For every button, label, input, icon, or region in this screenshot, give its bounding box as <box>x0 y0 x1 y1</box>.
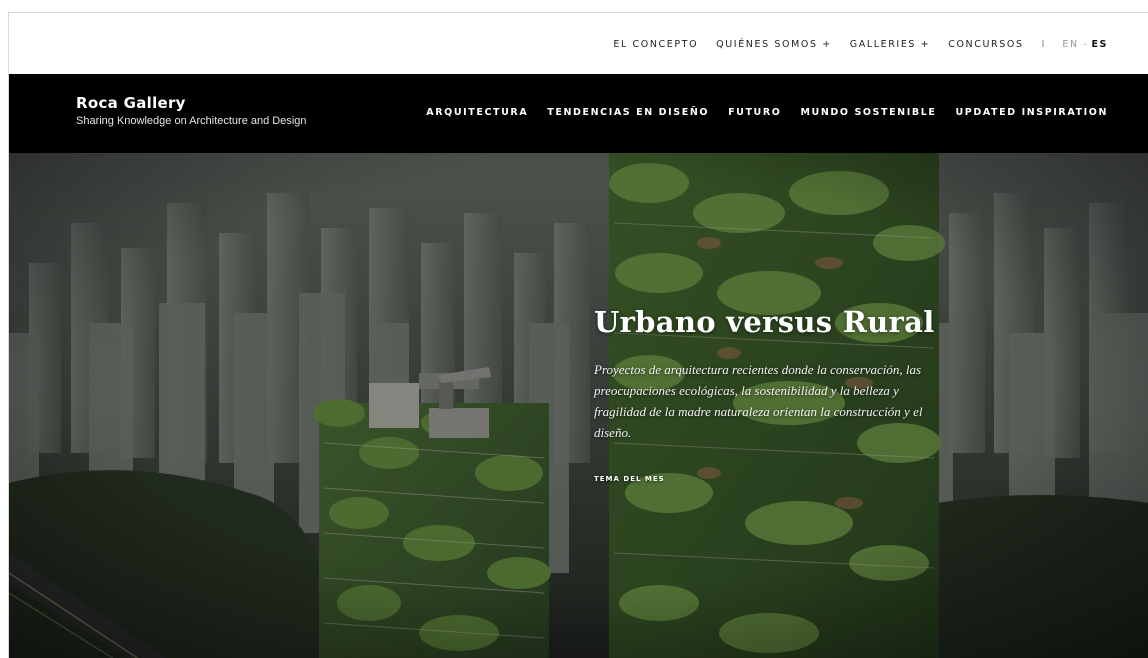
hero-description: Proyectos de arquitectura recientes dond… <box>594 362 923 440</box>
nav-quienes-somos[interactable]: QUIÉNES SOMOS + <box>716 39 832 50</box>
tema-del-mes-link[interactable]: TEMA DEL MES <box>594 475 665 483</box>
nav-concursos[interactable]: CONCURSOS <box>948 39 1023 50</box>
nav-separator: I <box>1041 39 1045 50</box>
nav-updated-inspiration[interactable]: UPDATED INSPIRATION <box>955 107 1108 118</box>
language-switcher: EN – ES <box>1062 39 1108 50</box>
hero-content: Urbano versus Rural Proyectos de arquite… <box>594 305 934 486</box>
hero-image <box>9 153 1148 658</box>
lang-dash: – <box>1082 39 1088 50</box>
utility-nav: EL CONCEPTO QUIÉNES SOMOS + GALLERIES + … <box>613 39 1108 50</box>
nav-tendencias-en-diseno[interactable]: TENDENCIAS EN DISEÑO <box>547 107 709 118</box>
nav-galleries[interactable]: GALLERIES + <box>850 39 930 50</box>
site-header: Roca Gallery Sharing Knowledge on Archit… <box>9 74 1148 153</box>
main-nav: ARQUITECTURA TENDENCIAS EN DISEÑO FUTURO… <box>426 107 1108 118</box>
nav-futuro[interactable]: FUTURO <box>728 107 781 118</box>
hero-title[interactable]: Urbano versus Rural <box>594 305 934 339</box>
brand-title: Roca Gallery <box>76 94 186 112</box>
brand-tagline: Sharing Knowledge on Architecture and De… <box>76 115 307 127</box>
lang-es-link[interactable]: ES <box>1091 39 1108 50</box>
hero-banner[interactable]: Urbano versus Rural Proyectos de arquite… <box>9 153 1148 658</box>
nav-mundo-sostenible[interactable]: MUNDO SOSTENIBLE <box>800 107 936 118</box>
brand-logo[interactable]: Roca Gallery Sharing Knowledge on Archit… <box>76 94 307 127</box>
browser-viewport: EL CONCEPTO QUIÉNES SOMOS + GALLERIES + … <box>8 12 1148 658</box>
nav-el-concepto[interactable]: EL CONCEPTO <box>613 39 698 50</box>
lang-en-link[interactable]: EN <box>1062 39 1078 50</box>
nav-arquitectura[interactable]: ARQUITECTURA <box>426 107 528 118</box>
utility-bar: EL CONCEPTO QUIÉNES SOMOS + GALLERIES + … <box>9 13 1148 74</box>
